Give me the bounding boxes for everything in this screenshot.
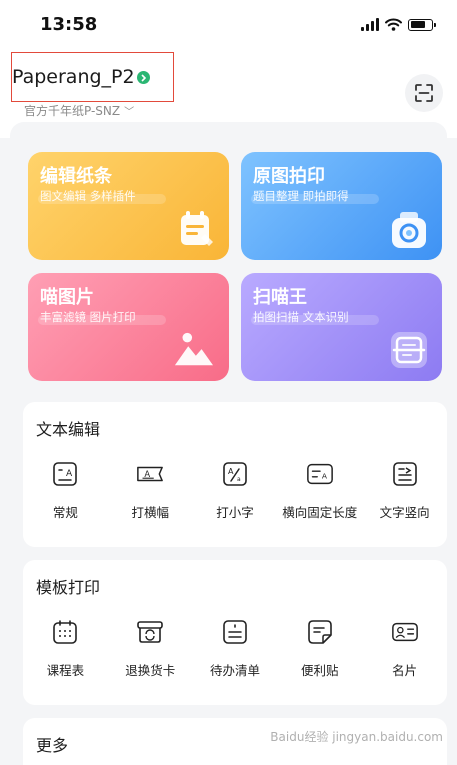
tool-label: 横向固定长度: [282, 505, 358, 520]
tool-banner[interactable]: A 打横幅: [108, 460, 193, 521]
template-label: 名片: [392, 663, 418, 678]
battery-icon: [408, 18, 436, 31]
template-print-section: 模板打印 课程表 退换货卡 待办清单 便利贴 名片: [23, 560, 447, 705]
section-title: 模板打印: [36, 578, 101, 597]
text-regular-icon: A: [53, 462, 78, 486]
template-label: 退换货卡: [125, 663, 176, 678]
card-meow-image[interactable]: 喵图片 丰富滤镜 图片打印: [28, 273, 229, 381]
template-sticky-note[interactable]: 便利贴: [277, 618, 362, 679]
card-title: 扫喵王: [253, 287, 307, 308]
chevron-down-icon: ﹀: [124, 107, 135, 118]
card-title: 编辑纸条: [40, 166, 112, 187]
card-edit-note[interactable]: 编辑纸条 图文编辑 多样插件: [28, 152, 229, 260]
image-icon: [174, 332, 213, 366]
watermark: Baidu经验 jingyan.baidu.com: [270, 730, 443, 744]
scan-icon: [415, 84, 433, 102]
template-label: 待办清单: [209, 663, 260, 678]
template-business-card[interactable]: 名片: [362, 618, 447, 679]
device-model-label: 官方千年纸P-SNZ: [24, 104, 121, 118]
tool-label: 文字竖向: [379, 505, 430, 520]
note-edit-icon: [181, 211, 213, 246]
section-title: 文本编辑: [36, 420, 101, 439]
device-name[interactable]: Paperang_P2: [12, 66, 135, 88]
card-subtitle: 拍图扫描 文本识别: [253, 310, 349, 324]
vertical-text-icon: [392, 462, 417, 486]
printer-icon: [392, 212, 426, 248]
tool-label: 常规: [52, 505, 78, 520]
tool-fixed-length[interactable]: A 横向固定长度: [277, 460, 362, 521]
signal-icon: [361, 18, 379, 31]
text-edit-grid: A 常规 A 打横幅 A a 打小字 A 横向固定长度 文字竖向: [23, 460, 447, 521]
timetable-icon: [53, 620, 78, 644]
tool-label: 打横幅: [131, 505, 169, 520]
sticky-note-icon: [307, 620, 332, 644]
template-print-grid: 课程表 退换货卡 待办清单 便利贴 名片: [23, 618, 447, 679]
card-title: 原图拍印: [253, 166, 325, 187]
template-return-card[interactable]: 退换货卡: [108, 618, 193, 679]
card-subtitle: 题目整理 即拍即得: [253, 189, 349, 203]
scan-text-icon: [391, 332, 427, 368]
svg-text:A: A: [66, 469, 73, 479]
card-scan-king[interactable]: 扫喵王 拍图扫描 文本识别: [241, 273, 442, 381]
device-model-selector[interactable]: 官方千年纸P-SNZ ﹀: [24, 102, 134, 119]
small-text-icon: A a: [223, 462, 247, 486]
todo-list-icon: [223, 620, 247, 644]
banner-icon: A: [137, 466, 164, 482]
status-time: 13:58: [40, 14, 98, 35]
template-timetable[interactable]: 课程表: [23, 618, 108, 679]
app-screen: 13:58 Paperang_P2 官方千年纸P-SNZ ﹀ 编辑纸条 图文编辑…: [0, 0, 457, 765]
tool-label: 打小字: [216, 505, 254, 520]
svg-text:A: A: [145, 469, 151, 479]
card-title: 喵图片: [40, 287, 94, 308]
tool-small-text[interactable]: A a 打小字: [193, 460, 278, 521]
svg-text:A: A: [322, 472, 328, 481]
return-card-icon: [137, 621, 163, 643]
text-edit-section: 文本编辑 A 常规 A 打横幅 A a 打小字 A 横向固定长度 文字竖向: [23, 402, 447, 547]
fixed-length-icon: A: [306, 463, 333, 485]
template-label: 便利贴: [301, 663, 339, 678]
svg-text:a: a: [237, 476, 241, 483]
status-bar: 13:58: [0, 0, 457, 52]
template-label: 课程表: [46, 663, 85, 678]
scan-button[interactable]: [405, 74, 443, 112]
tool-regular[interactable]: A 常规: [23, 460, 108, 521]
svg-text:A: A: [228, 467, 234, 476]
header-divider: [10, 122, 447, 138]
status-icons: [361, 18, 436, 31]
section-title: 更多: [36, 736, 69, 755]
wifi-icon: [385, 18, 402, 31]
card-photo-print[interactable]: 原图拍印 题目整理 即拍即得: [241, 152, 442, 260]
template-todo-list[interactable]: 待办清单: [193, 618, 278, 679]
device-header: Paperang_P2 官方千年纸P-SNZ ﹀: [0, 52, 457, 138]
business-card-icon: [391, 622, 418, 642]
online-status-icon: [137, 71, 150, 84]
card-subtitle: 图文编辑 多样插件: [40, 189, 136, 203]
tool-vertical-text[interactable]: 文字竖向: [362, 460, 447, 521]
card-subtitle: 丰富滤镜 图片打印: [40, 310, 136, 324]
